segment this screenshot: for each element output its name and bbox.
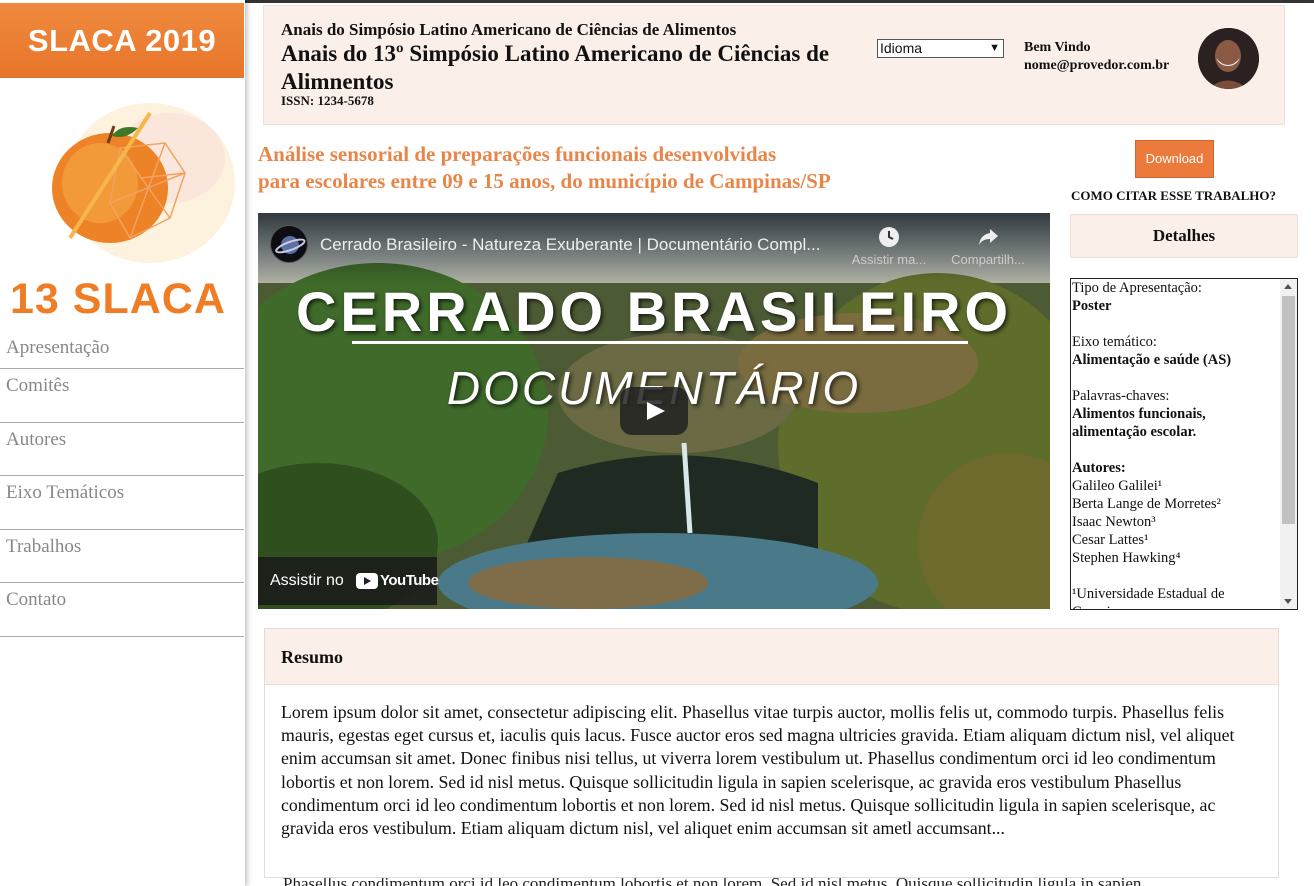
details-header: Detalhes	[1070, 214, 1298, 258]
thematic-axis-value: Alimentação e saúde (AS)	[1072, 352, 1232, 368]
header-title: Anais do 13º Simpósio Latino Americano d…	[281, 41, 830, 94]
article-title-line1: Análise sensorial de preparações funcion…	[258, 142, 777, 166]
watch-on-youtube-button[interactable]: Assistir no YouTube	[258, 557, 439, 605]
youtube-label: YouTube	[380, 572, 439, 589]
video-title[interactable]: Cerrado Brasileiro - Natureza Exuberante…	[320, 235, 820, 255]
presentation-type-label: Tipo de Apresentação:	[1072, 280, 1202, 296]
header-subtitle: Anais do Simpósio Latino Americano de Ci…	[281, 20, 737, 39]
sidebar: SLACA 2019 13 SLACA Apresentação Comitês…	[0, 0, 245, 886]
author-item: Stephen Hawking⁴	[1072, 550, 1181, 566]
details-panel[interactable]: Tipo de Apresentação: Poster Eixo temáti…	[1070, 278, 1298, 610]
keywords-label: Palavras-chaves:	[1072, 388, 1170, 404]
keywords-value: Alimentos funcionais, alimentação escola…	[1072, 406, 1206, 440]
avatar[interactable]	[1198, 28, 1259, 89]
abstract-text: Lorem ipsum dolor sit amet, consectetur …	[281, 702, 1235, 839]
abstract-section: Resumo Lorem ipsum dolor sit amet, conse…	[264, 628, 1279, 878]
nav-item-comites[interactable]: Comitês	[0, 369, 244, 423]
logo-text: 13 SLACA	[10, 275, 226, 323]
nav-item-contato[interactable]: Contato	[0, 583, 244, 637]
author-item: Galileo Galilei¹	[1072, 478, 1163, 494]
video-player[interactable]: Cerrado Brasileiro - Natureza Exuberante…	[258, 213, 1050, 609]
brand-banner[interactable]: SLACA 2019	[0, 3, 244, 78]
sidebar-nav: Apresentação Comitês Autores Eixo Temáti…	[0, 331, 244, 637]
share-button[interactable]: Compartilh...	[943, 225, 1033, 267]
video-headline: CERRADO BRASILEIRO	[295, 280, 1013, 343]
share-arrow-icon	[979, 229, 998, 245]
article-title: Análise sensorial de preparações funcion…	[258, 141, 938, 195]
scroll-down-arrow-icon[interactable]	[1284, 599, 1292, 604]
abstract-title: Resumo	[265, 629, 1278, 685]
video-headline-divider	[352, 341, 968, 344]
share-label: Compartilh...	[951, 252, 1025, 267]
youtube-logo-icon: YouTube	[356, 571, 439, 591]
welcome-text: Bem Vindo	[1024, 40, 1091, 55]
channel-planet-icon[interactable]	[270, 225, 308, 263]
overflow-text-strip: Phasellus condimentum orci id leo condim…	[283, 878, 1213, 886]
nav-item-trabalhos[interactable]: Trabalhos	[0, 530, 244, 584]
author-item: Berta Lange de Morretes²	[1072, 496, 1221, 512]
play-button[interactable]	[620, 387, 688, 435]
nav-item-apresentacao[interactable]: Apresentação	[0, 331, 244, 369]
thematic-axis-label: Eixo temático:	[1072, 334, 1157, 350]
user-avatar-icon	[1198, 28, 1259, 89]
overflow-text: Phasellus condimentum orci id leo condim…	[283, 878, 1141, 886]
clock-icon	[879, 227, 899, 247]
presentation-type-value: Poster	[1072, 298, 1112, 314]
author-item: Isaac Newton³	[1072, 514, 1156, 530]
language-select[interactable]: Idioma ▼	[877, 39, 1004, 58]
watch-later-button[interactable]: Assistir ma...	[844, 225, 934, 267]
affiliation-text: ¹Universidade Estadual de Campinas	[1072, 586, 1225, 609]
scrollbar-thumb[interactable]	[1282, 296, 1295, 524]
author-item: Cesar Lattes¹	[1072, 532, 1149, 548]
chevron-down-icon: ▼	[989, 42, 1000, 54]
authors-label: Autores:	[1072, 460, 1126, 476]
download-button[interactable]: Download	[1135, 140, 1214, 178]
nav-item-autores[interactable]: Autores	[0, 423, 244, 477]
user-email: nome@provedor.com.br	[1024, 58, 1170, 73]
nav-item-eixo-tematicos[interactable]: Eixo Temáticos	[0, 476, 244, 530]
cite-work-link[interactable]: COMO CITAR ESSE TRABALHO?	[1071, 188, 1276, 204]
article-title-line2: para escolares entre 09 e 15 anos, do mu…	[258, 169, 831, 193]
issn-label: ISSN: 1234-5678	[281, 93, 374, 108]
watch-on-label: Assistir no	[270, 572, 344, 589]
details-content: Tipo de Apresentação: Poster Eixo temáti…	[1072, 279, 1278, 609]
language-select-value: Idioma	[880, 40, 923, 56]
watch-later-label: Assistir ma...	[851, 252, 927, 267]
welcome-block: Bem Vindo nome@provedor.com.br	[1024, 39, 1169, 75]
page-header: Anais do Simpósio Latino Americano de Ci…	[263, 5, 1285, 125]
details-scrollbar[interactable]	[1280, 279, 1297, 609]
scroll-up-arrow-icon[interactable]	[1284, 284, 1292, 289]
